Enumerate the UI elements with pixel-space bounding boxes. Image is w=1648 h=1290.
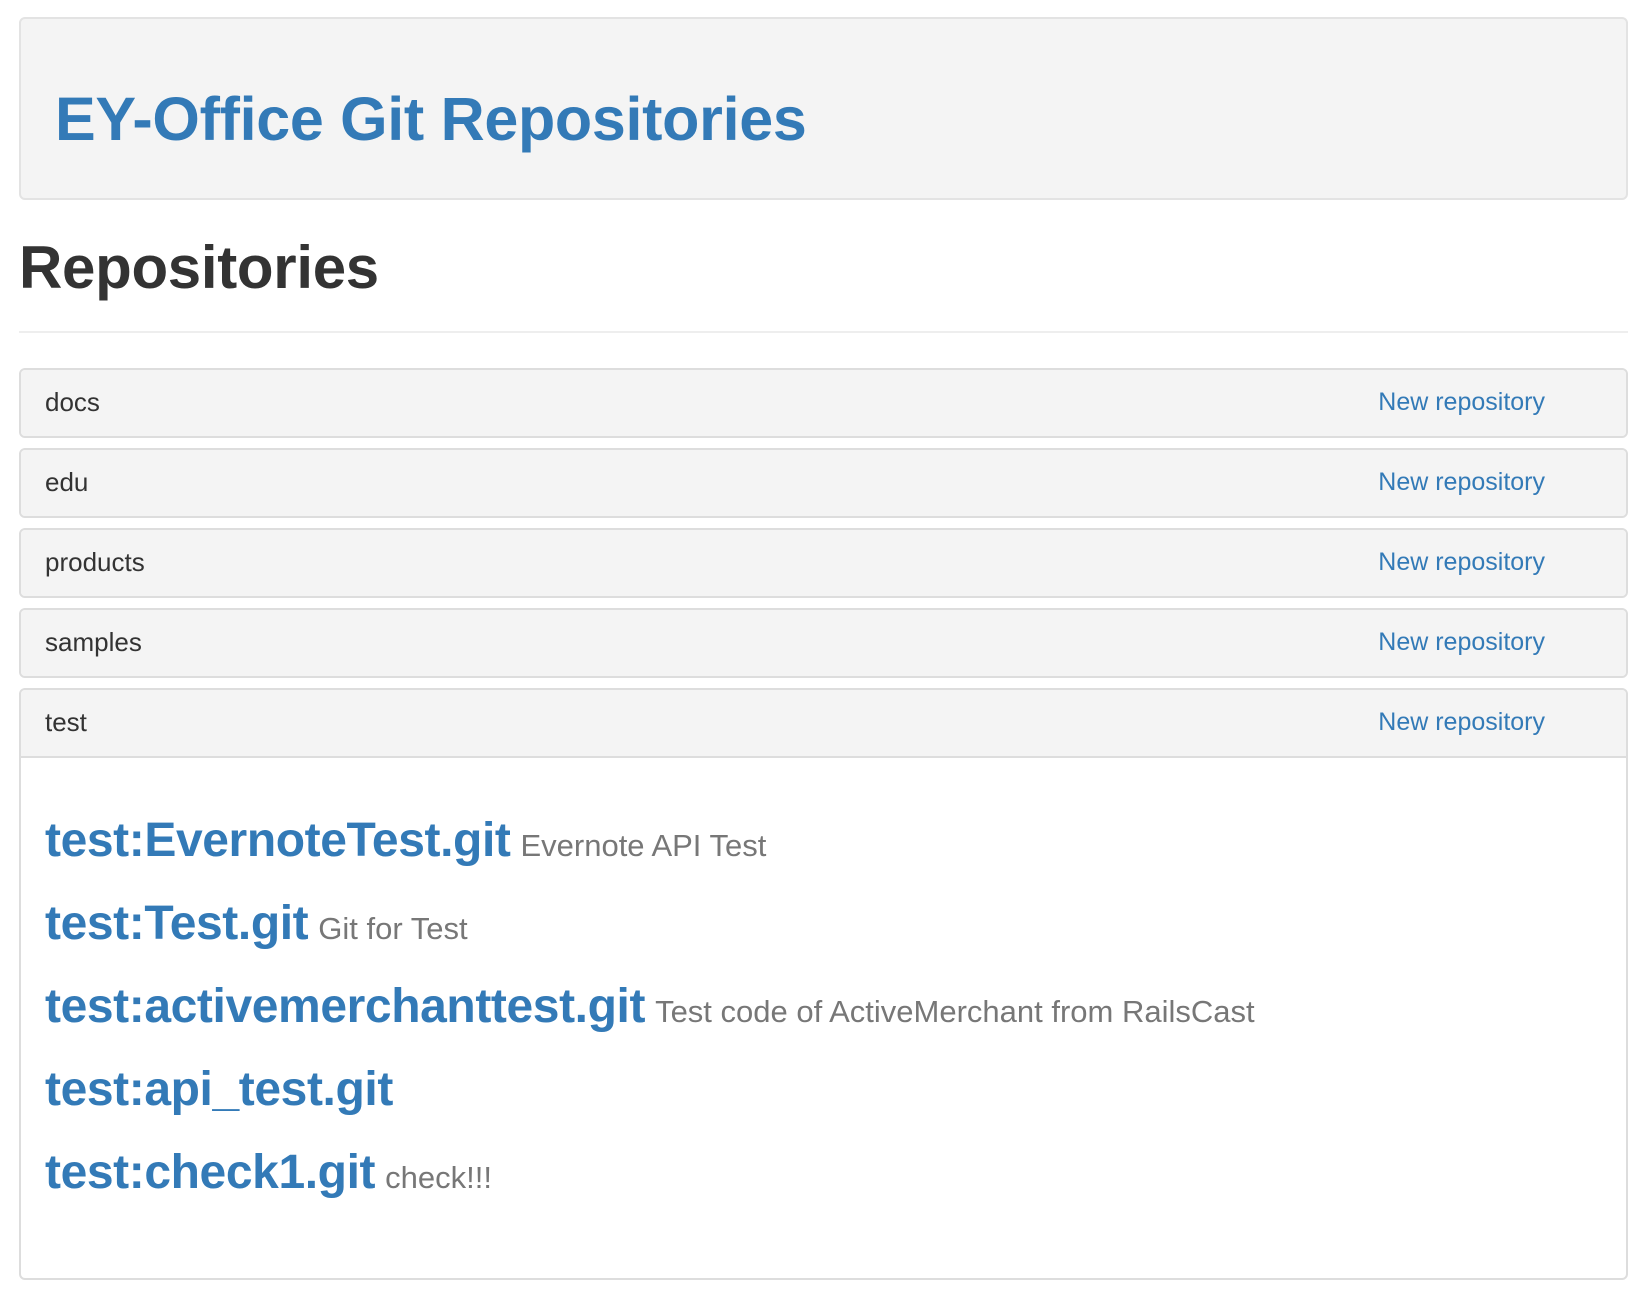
page-title: Repositories [19,234,379,301]
group-name[interactable]: docs [45,370,100,434]
repository-description: Test code of ActiveMerchant from RailsCa… [655,994,1255,1029]
divider [19,331,1628,333]
site-title-link[interactable]: EY-Office Git Repositories [55,83,807,155]
group-heading[interactable]: samples New repository [21,610,1626,676]
repository-groups: docs New repository edu New repository p… [19,368,1628,1290]
group-heading[interactable]: docs New repository [21,370,1626,436]
group-panel-test: test New repository test:EvernoteTest.gi… [19,688,1628,1280]
page: EY-Office Git Repositories Repositories … [19,17,1628,1280]
group-name[interactable]: samples [45,610,142,674]
group-panel-edu: edu New repository [19,448,1628,518]
list-item: test:api_test.git [45,1062,403,1117]
group-name[interactable]: products [45,530,145,594]
group-panel-docs: docs New repository [19,368,1628,438]
list-item: test:EvernoteTest.git Evernote API Test [45,813,766,868]
repository-link[interactable]: test:api_test.git [45,1063,393,1116]
list-item: test:check1.git check!!! [45,1145,492,1200]
group-name[interactable]: test [45,690,87,754]
group-heading[interactable]: test New repository [21,690,1626,758]
repository-link[interactable]: test:EvernoteTest.git [45,814,511,867]
list-item: test:activemerchanttest.git Test code of … [45,979,1255,1034]
new-repository-link[interactable]: New repository [1378,370,1545,434]
repository-list: test:EvernoteTest.git Evernote API Test t… [21,758,1626,1278]
repository-link[interactable]: test:Test.git [45,897,309,950]
repository-link[interactable]: test:check1.git [45,1146,376,1199]
new-repository-link[interactable]: New repository [1378,610,1545,674]
new-repository-link[interactable]: New repository [1378,530,1545,594]
repository-description: Git for Test [318,911,468,946]
group-panel-samples: samples New repository [19,608,1628,678]
repository-description: Evernote API Test [520,828,767,863]
repository-description: check!!! [385,1160,492,1195]
group-heading[interactable]: products New repository [21,530,1626,596]
header-banner: EY-Office Git Repositories [19,17,1628,200]
group-heading[interactable]: edu New repository [21,450,1626,516]
group-name[interactable]: edu [45,450,88,514]
new-repository-link[interactable]: New repository [1378,450,1545,514]
repository-link[interactable]: test:activemerchanttest.git [45,980,645,1033]
group-panel-products: products New repository [19,528,1628,598]
list-item: test:Test.git Git for Test [45,896,468,951]
new-repository-link[interactable]: New repository [1378,690,1545,754]
